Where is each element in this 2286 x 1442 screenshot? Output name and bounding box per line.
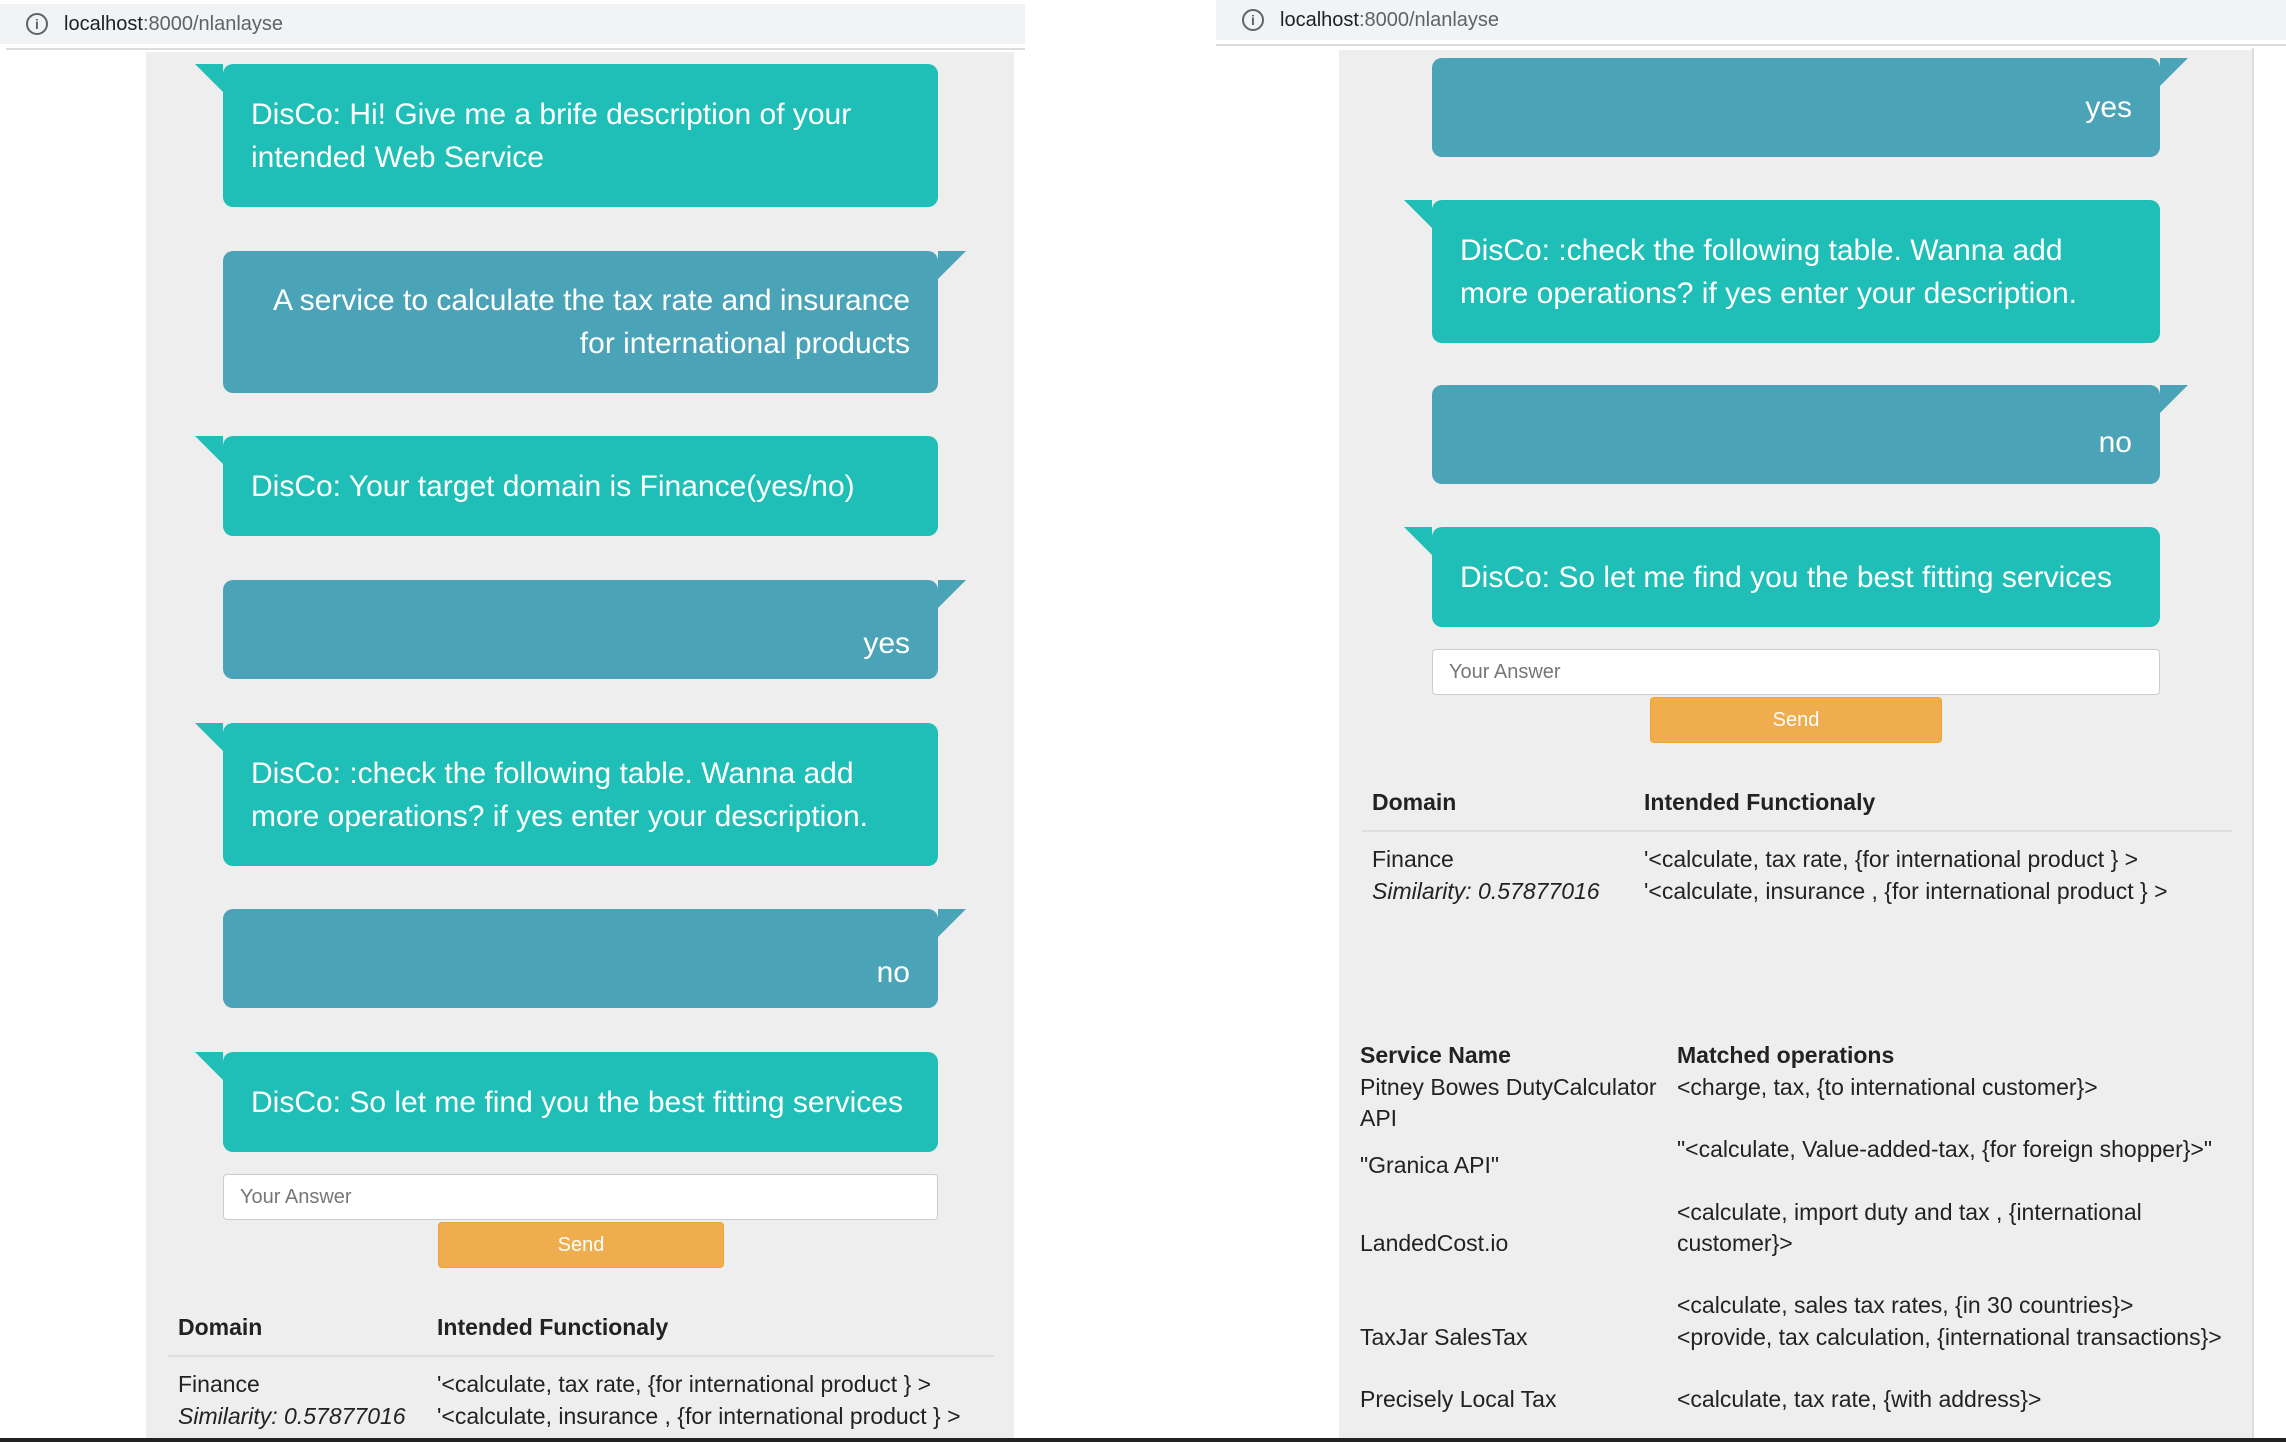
message-line: DisCo: :check the following table. Wanna… bbox=[251, 756, 854, 790]
chat-message-bot: DisCo: Your target domain is Finance(yes… bbox=[195, 436, 938, 536]
function-cell: '<calculate, insurance , {for internatio… bbox=[437, 1403, 961, 1429]
operation-cell: <calculate, sales tax rates, {in 30 coun… bbox=[1677, 1292, 2134, 1318]
function-cell: '<calculate, insurance , {for internatio… bbox=[1644, 878, 2168, 904]
message-line: for international products bbox=[579, 327, 910, 360]
similarity-cell: Similarity: 0.57877016 bbox=[178, 1403, 406, 1429]
message-line: no bbox=[2098, 426, 2132, 459]
operation-cell: <provide, tax calculation, {internationa… bbox=[1677, 1324, 2222, 1350]
message-line: A service to calculate the tax rate and … bbox=[272, 284, 910, 317]
col-header-domain: Domain bbox=[1372, 789, 1457, 815]
url-host: localhost bbox=[1280, 8, 1359, 31]
message-line: more operations? if yes enter your descr… bbox=[251, 799, 868, 833]
chat-message-user: no bbox=[1432, 385, 2188, 484]
send-button[interactable]: Send bbox=[1650, 697, 1942, 743]
address-bar[interactable]: i localhost:8000/nlanlayse bbox=[1216, 0, 2286, 40]
service-name-cell: Precisely Local Tax bbox=[1360, 1386, 1557, 1412]
col-header-matched-operations: Matched operations bbox=[1677, 1042, 1895, 1068]
message-line: DisCo: Your target domain is Finance(yes… bbox=[251, 469, 855, 503]
info-icon[interactable]: i bbox=[26, 13, 48, 35]
service-name-cell: LandedCost.io bbox=[1360, 1230, 1509, 1256]
chat-message-bot: DisCo: :check the following table. Wanna… bbox=[195, 723, 938, 866]
chat-message-user: no bbox=[223, 909, 966, 1008]
operation-cell: <charge, tax, {to international customer… bbox=[1677, 1074, 2098, 1100]
message-line: DisCo: Hi! Give me a brife description o… bbox=[251, 97, 852, 131]
chat-message-bot: DisCo: Hi! Give me a brife description o… bbox=[195, 64, 938, 207]
chat-message-bot: DisCo: So let me find you the best fitti… bbox=[1404, 527, 2160, 627]
info-icon[interactable]: i bbox=[1242, 9, 1264, 31]
operation-cell: <calculate, import duty and tax , {inter… bbox=[1677, 1199, 2142, 1225]
function-cell: '<calculate, tax rate, {for internationa… bbox=[1644, 846, 2139, 872]
col-header-functionality: Intended Functionaly bbox=[437, 1314, 669, 1340]
chat-message-user: yes bbox=[223, 580, 966, 679]
operation-cell: customer}> bbox=[1677, 1230, 1793, 1256]
chat-message-bot: DisCo: :check the following table. Wanna… bbox=[1404, 200, 2160, 343]
chat-message-bot: DisCo: So let me find you the best fitti… bbox=[195, 1052, 938, 1152]
chat-message-user: yes bbox=[1432, 58, 2188, 157]
url-host: localhost bbox=[64, 12, 143, 35]
domain-cell: Finance bbox=[1372, 846, 1454, 872]
service-name-cell: Pitney Bowes DutyCalculator bbox=[1360, 1074, 1657, 1100]
answer-input[interactable] bbox=[223, 1174, 938, 1220]
url-path: :8000/nlanlayse bbox=[1358, 8, 1500, 31]
service-name-cell: "Granica API" bbox=[1360, 1152, 1500, 1178]
message-line: DisCo: So let me find you the best fitti… bbox=[251, 1085, 903, 1119]
domain-cell: Finance bbox=[178, 1371, 260, 1397]
operation-cell: "<calculate, Value-added-tax, {for forei… bbox=[1677, 1136, 2213, 1162]
service-name-cell: TaxJar SalesTax bbox=[1360, 1324, 1528, 1350]
chat-message-user: A service to calculate the tax rate and … bbox=[223, 251, 966, 393]
operation-cell: <calculate, tax rate, {with address}> bbox=[1677, 1386, 2042, 1412]
message-line: DisCo: :check the following table. Wanna… bbox=[1460, 233, 2063, 267]
col-header-domain: Domain bbox=[178, 1314, 263, 1340]
message-line: more operations? if yes enter your descr… bbox=[1460, 276, 2077, 310]
message-line: yes bbox=[2085, 91, 2132, 124]
message-line: no bbox=[876, 956, 910, 989]
send-button[interactable]: Send bbox=[438, 1222, 724, 1268]
similarity-cell: Similarity: 0.57877016 bbox=[1372, 878, 1600, 904]
message-line: intended Web Service bbox=[251, 140, 544, 174]
message-line: DisCo: So let me find you the best fitti… bbox=[1460, 560, 2112, 594]
col-header-functionality: Intended Functionaly bbox=[1644, 789, 1876, 815]
url-path: :8000/nlanlayse bbox=[142, 12, 284, 35]
function-cell: '<calculate, tax rate, {for internationa… bbox=[437, 1371, 932, 1397]
answer-input[interactable] bbox=[1432, 649, 2160, 695]
message-line: yes bbox=[863, 627, 910, 660]
address-bar[interactable]: i localhost:8000/nlanlayse bbox=[0, 4, 1025, 44]
service-name-cell: API bbox=[1360, 1105, 1398, 1131]
col-header-service-name: Service Name bbox=[1360, 1042, 1511, 1068]
